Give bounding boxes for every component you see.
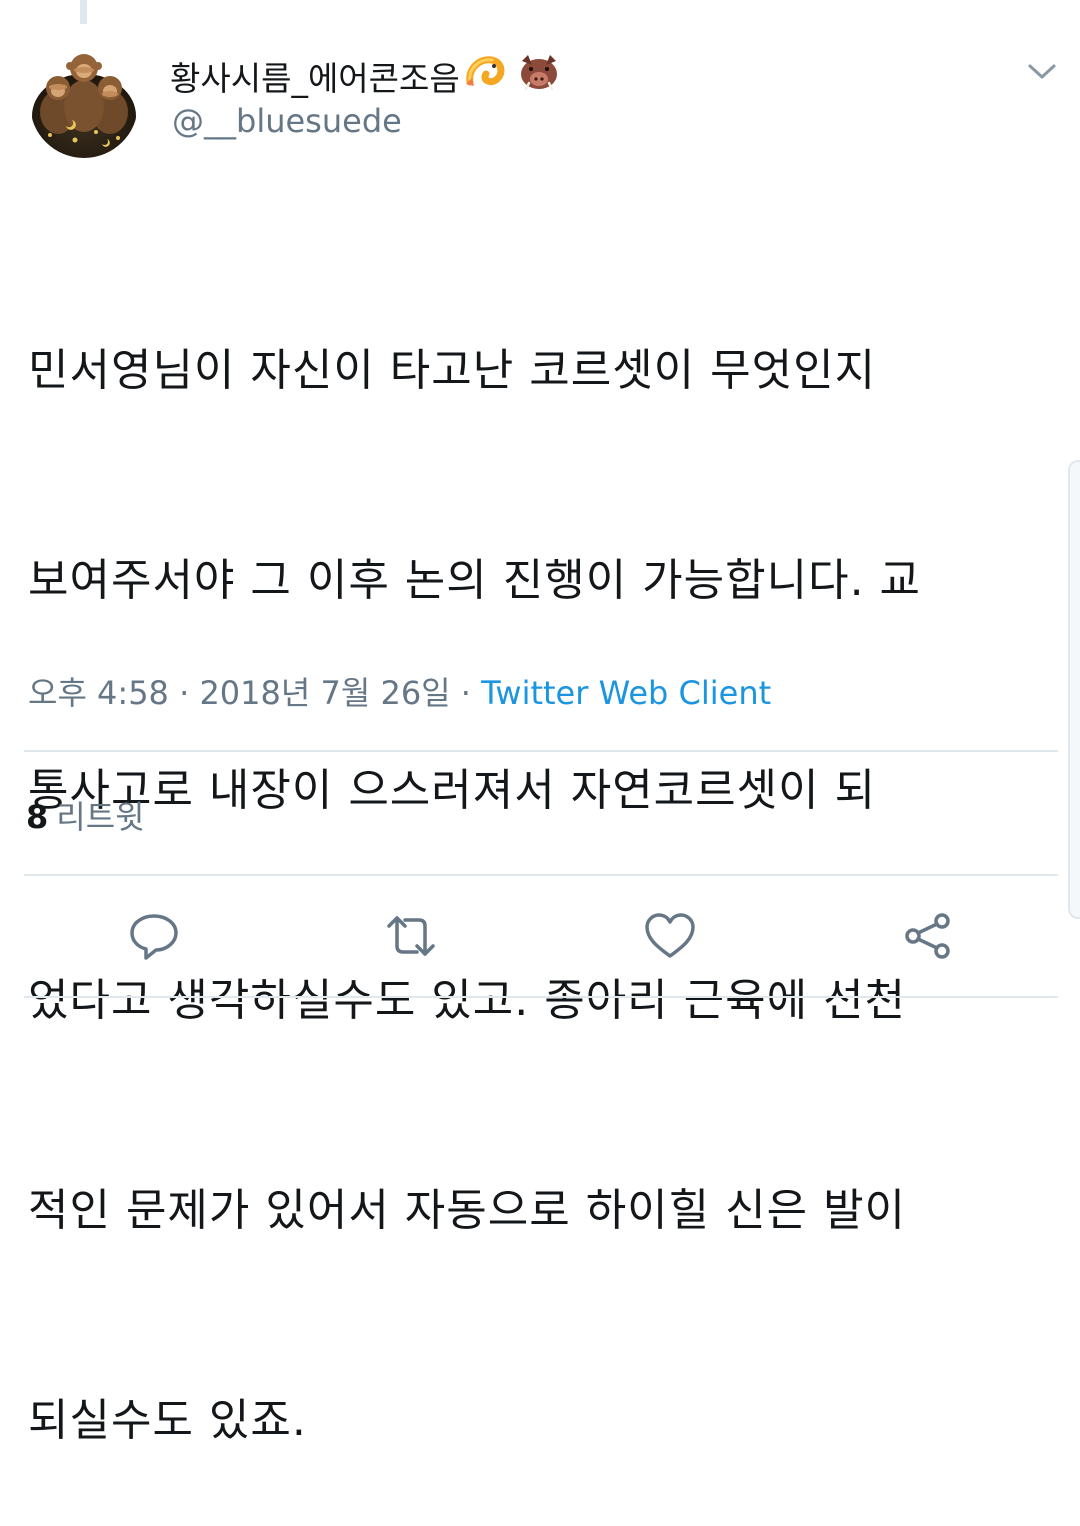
tweet-actions <box>0 908 1080 968</box>
reply-icon[interactable] <box>126 908 182 964</box>
tweet-client-link[interactable]: Twitter Web Client <box>481 674 771 712</box>
tweet-text: 민서영님이 자신이 타고난 코르셋이 무엇인지 보여주서야 그 이후 논의 진행… <box>28 196 1058 1526</box>
tweet-text-line: 었다고 생각하실수도 있고. 종아리 근육에 선천 <box>28 975 907 1026</box>
thread-connector-line <box>80 0 87 24</box>
tweet-text-line: 민서영님이 자신이 타고난 코르셋이 무엇인지 <box>28 345 877 396</box>
shrimp-emoji-icon <box>464 54 506 98</box>
tweet-text-line: 되실수도 있죠. <box>28 1395 307 1446</box>
meta-separator: · <box>168 674 200 712</box>
tweet-text-line: 보여주서야 그 이후 논의 진행이 가능합니다. 교 <box>28 555 922 606</box>
divider <box>24 996 1058 998</box>
boar-emoji-icon <box>516 53 562 99</box>
chevron-down-icon[interactable] <box>1022 56 1062 86</box>
like-icon[interactable] <box>642 908 698 964</box>
three-monkeys-avatar-image <box>30 40 138 158</box>
divider <box>24 750 1058 752</box>
meta-separator: · <box>450 674 482 712</box>
tweet-header: 황사시름_에어콘조음 @__bluesuede <box>0 40 1080 170</box>
avatar[interactable] <box>30 40 138 158</box>
retweet-label: 리트윗 <box>56 798 145 836</box>
tweet-date[interactable]: 2018년 7월 26일 <box>199 674 450 712</box>
display-name[interactable]: 황사시름_에어콘조음 <box>170 52 562 100</box>
retweet-stats[interactable]: 8 리트윗 <box>26 792 145 838</box>
divider <box>24 874 1058 876</box>
tweet-metadata: 오후 4:58 · 2018년 7월 26일 · Twitter Web Cli… <box>28 668 771 714</box>
retweet-count: 8 <box>26 798 49 836</box>
display-name-text: 황사시름_에어콘조음 <box>170 59 460 98</box>
tweet-time[interactable]: 오후 4:58 <box>28 674 169 712</box>
scrollbar[interactable] <box>1068 460 1080 919</box>
tweet-text-line: 적인 문제가 있어서 자동으로 하이힐 신은 발이 <box>28 1185 907 1236</box>
share-icon[interactable] <box>900 908 956 964</box>
retweet-icon[interactable] <box>383 908 439 964</box>
user-handle[interactable]: @__bluesuede <box>172 102 402 140</box>
tweet-text-line: 통사고로 내장이 으스러져서 자연코르셋이 되 <box>28 765 877 816</box>
